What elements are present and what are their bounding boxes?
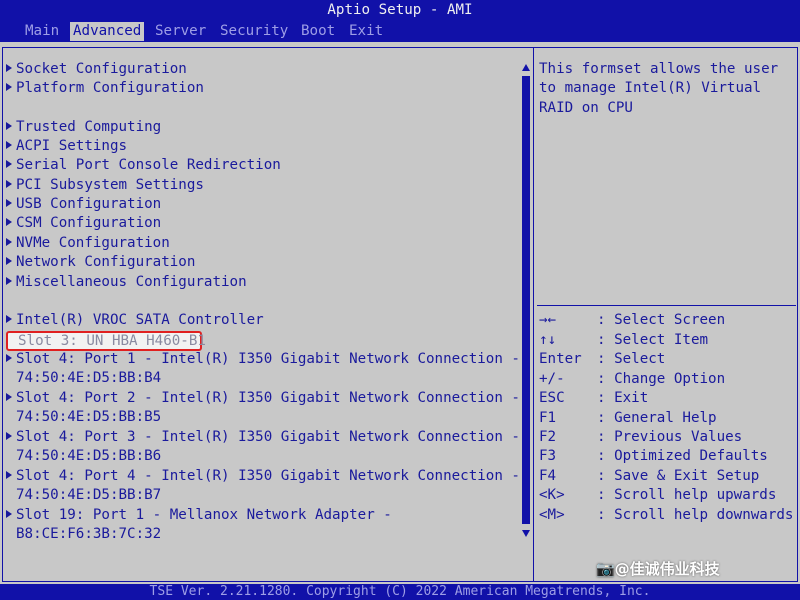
key-desc: : Scroll help downwards [597,507,794,523]
menu-network-configuration[interactable]: Network Configuration [6,253,195,272]
window-title: Aptio Setup - AMI [0,0,800,20]
tab-boot[interactable]: Boot [298,22,338,41]
submenu-arrow-icon [6,393,12,401]
submenu-arrow-icon [6,83,12,91]
panel-divider [533,47,534,582]
item-label: Socket Configuration [16,61,187,77]
item-label: NVMe Configuration [16,235,170,251]
item-label: Miscellaneous Configuration [16,274,247,290]
key-desc: : Scroll help upwards [597,487,777,503]
item-label: Slot 4: Port 1 - Intel(R) I350 Gigabit N… [16,351,520,367]
menu-slot19-port1[interactable]: Slot 19: Port 1 - Mellanox Network Adapt… [6,506,392,525]
menu-intel-vroc-sata[interactable]: Intel(R) VROC SATA Controller [6,311,264,330]
tab-server[interactable]: Server [152,22,209,41]
menu-nvme-configuration[interactable]: NVMe Configuration [6,234,170,253]
menu-slot3-hba-selected[interactable]: Slot 3: UN HBA H460-B1 [6,331,206,351]
key-f2: F2 [539,429,557,445]
key-f1: F1 [539,410,557,426]
watermark-logo: 📷@佳诚伟业科技 [596,560,720,578]
tab-security[interactable]: Security [217,22,291,41]
item-label: Slot 3: UN HBA H460-B1 [18,333,206,349]
menu-csm-configuration[interactable]: CSM Configuration [6,214,161,233]
menu-slot4-port1[interactable]: Slot 4: Port 1 - Intel(R) I350 Gigabit N… [6,350,520,369]
help-separator [537,305,796,306]
submenu-arrow-icon [6,432,12,440]
key-enter: Enter [539,351,582,367]
key-desc: : General Help [597,410,717,426]
item-label: Serial Port Console Redirection [16,157,281,173]
scroll-up-icon[interactable] [522,64,530,71]
submenu-arrow-icon [6,218,12,226]
key-m: <M> [539,507,565,523]
menu-bar: Main Advanced Server Security Boot Exit [0,20,800,42]
item-label: ACPI Settings [16,138,128,154]
menu-slot4-port4[interactable]: Slot 4: Port 4 - Intel(R) I350 Gigabit N… [6,467,520,486]
item-mac-address: 74:50:4E:D5:BB:B6 [16,448,162,464]
submenu-arrow-icon [6,238,12,246]
menu-platform-configuration[interactable]: Platform Configuration [6,79,204,98]
item-mac-address: 74:50:4E:D5:BB:B5 [16,409,162,425]
item-label: Slot 4: Port 2 - Intel(R) I350 Gigabit N… [16,390,520,406]
menu-acpi-settings[interactable]: ACPI Settings [6,137,127,156]
item-label: Trusted Computing [16,119,162,135]
menu-socket-configuration[interactable]: Socket Configuration [6,60,187,79]
key-desc: : Change Option [597,371,726,387]
submenu-arrow-icon [6,354,12,362]
footer-copyright: TSE Ver. 2.21.1280. Copyright (C) 2022 A… [0,584,800,600]
menu-usb-configuration[interactable]: USB Configuration [6,195,161,214]
item-label: Slot 4: Port 3 - Intel(R) I350 Gigabit N… [16,429,520,445]
item-label: Intel(R) VROC SATA Controller [16,312,264,328]
item-label: CSM Configuration [16,215,162,231]
submenu-arrow-icon [6,277,12,285]
item-mac-address: B8:CE:F6:3B:7C:32 [16,526,162,542]
scroll-down-icon[interactable] [522,530,530,537]
key-k: <K> [539,487,565,503]
menu-slot4-port2[interactable]: Slot 4: Port 2 - Intel(R) I350 Gigabit N… [6,389,520,408]
submenu-arrow-icon [6,160,12,168]
item-label: Slot 4: Port 4 - Intel(R) I350 Gigabit N… [16,468,520,484]
help-description: This formset allows the user to manage I… [539,61,779,116]
submenu-arrow-icon [6,510,12,518]
key-desc: : Save & Exit Setup [597,468,760,484]
scrollbar-thumb[interactable] [522,76,530,524]
item-label: Slot 19: Port 1 - Mellanox Network Adapt… [16,507,392,523]
tab-main[interactable]: Main [22,22,62,41]
item-label: Platform Configuration [16,80,204,96]
menu-slot4-port3[interactable]: Slot 4: Port 3 - Intel(R) I350 Gigabit N… [6,428,520,447]
item-mac-address: 74:50:4E:D5:BB:B4 [16,370,162,386]
key-desc: : Previous Values [597,429,743,445]
key-plus-minus: +/- [539,371,565,387]
item-label: USB Configuration [16,196,162,212]
menu-miscellaneous-configuration[interactable]: Miscellaneous Configuration [6,273,247,292]
submenu-arrow-icon [6,64,12,72]
tab-exit[interactable]: Exit [346,22,386,41]
submenu-arrow-icon [6,122,12,130]
menu-serial-port-console[interactable]: Serial Port Console Redirection [6,156,281,175]
submenu-arrow-icon [6,180,12,188]
item-label: Network Configuration [16,254,196,270]
item-mac-address: 74:50:4E:D5:BB:B7 [16,487,162,503]
tab-advanced[interactable]: Advanced [70,22,145,41]
submenu-arrow-icon [6,471,12,479]
item-label: PCI Subsystem Settings [16,177,204,193]
submenu-arrow-icon [6,257,12,265]
key-arrows-lr: →← [539,312,557,328]
key-desc: : Select Screen [597,312,726,328]
key-esc: ESC [539,390,565,406]
submenu-arrow-icon [6,315,12,323]
key-f3: F3 [539,448,557,464]
key-f4: F4 [539,468,557,484]
key-desc: : Select Item [597,332,709,348]
menu-trusted-computing[interactable]: Trusted Computing [6,118,161,137]
submenu-arrow-icon [6,141,12,149]
menu-pci-subsystem[interactable]: PCI Subsystem Settings [6,176,204,195]
key-desc: : Select [597,351,666,367]
submenu-arrow-icon [6,199,12,207]
key-desc: : Exit [597,390,649,406]
key-desc: : Optimized Defaults [597,448,768,464]
key-arrows-ud: ↑↓ [539,332,557,348]
